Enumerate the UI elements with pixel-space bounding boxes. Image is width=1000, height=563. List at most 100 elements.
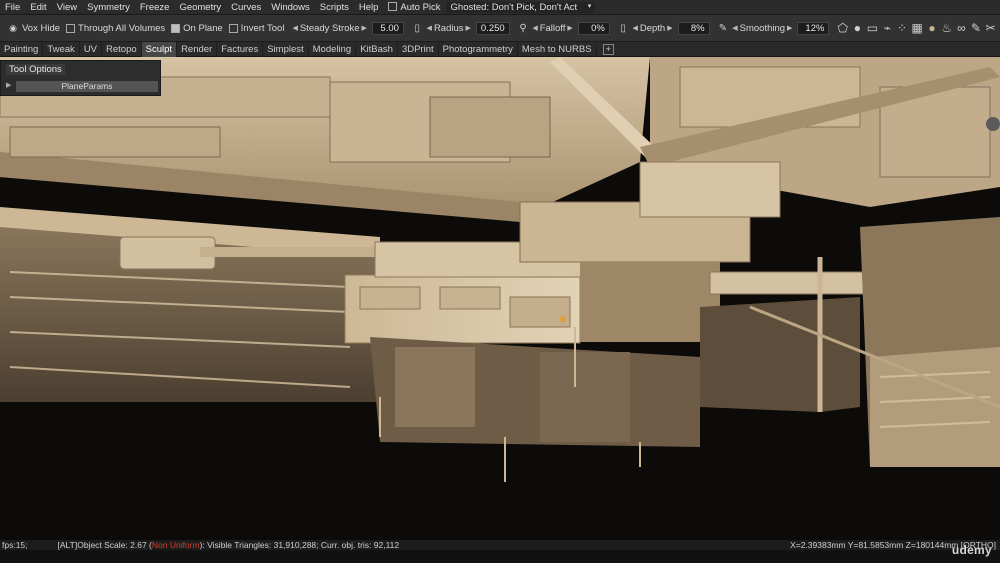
ghosted-label: Ghosted: Don't Pick, Don't Act — [450, 1, 578, 13]
tab-factures[interactable]: Factures — [217, 41, 264, 57]
on-plane-checkbox[interactable]: On Plane — [171, 23, 223, 34]
menu-symmetry[interactable]: Symmetry — [82, 2, 135, 13]
falloff-value[interactable]: 0% — [577, 21, 610, 35]
menu-bar: File Edit View Symmetry Freeze Geometry … — [0, 0, 1000, 15]
sculpt-model-render — [0, 57, 1000, 482]
smoothing-value[interactable]: 12% — [797, 21, 830, 35]
arrow-left-icon: ◀ — [632, 25, 638, 32]
pen-icon: ✎ — [718, 22, 728, 34]
depth-value[interactable]: 8% — [677, 21, 710, 35]
checkbox-checked-icon — [171, 23, 181, 33]
tool-options-title[interactable]: Tool Options — [6, 64, 65, 75]
chevron-down-icon: ▾ — [587, 2, 592, 10]
tab-uv[interactable]: UV — [80, 41, 103, 57]
tab-simplest[interactable]: Simplest — [263, 41, 309, 57]
toolbar: ◉ Vox Hide Through All Volumes On Plane … — [0, 15, 1000, 42]
depth-control[interactable]: ◀ Depth ▶ 8% — [630, 21, 710, 35]
checkbox-icon — [66, 23, 76, 33]
viewport-scroll-handle[interactable] — [986, 117, 1000, 131]
menu-freeze[interactable]: Freeze — [135, 2, 175, 13]
arrow-right-icon: ▶ — [787, 25, 793, 32]
arrow-left-icon: ◀ — [732, 25, 738, 32]
pen-icon[interactable]: ✎ — [971, 21, 982, 35]
smoothing-control[interactable]: ◀ Smoothing ▶ 12% — [730, 21, 830, 35]
steady-stroke-control[interactable]: ◀ Steady Stroke ▶ 5.00 — [290, 21, 404, 35]
status-bar: fps:15; [ALT]Object Scale: 2.67 (Non Uni… — [0, 540, 1000, 550]
auto-pick-checkbox[interactable]: Auto Pick — [383, 1, 445, 13]
matcap-icon[interactable]: ● — [927, 21, 938, 35]
steady-stroke-label: Steady Stroke — [299, 22, 360, 34]
link-icon[interactable]: ∞ — [956, 21, 967, 35]
tab-sculpt[interactable]: Sculpt — [141, 41, 178, 57]
arrow-left-icon: ◀ — [426, 25, 432, 32]
tab-kitbash[interactable]: KitBash — [356, 41, 398, 57]
rect-select-icon[interactable]: ▭ — [867, 21, 878, 35]
arrow-right-icon: ▶ — [567, 25, 573, 32]
menu-curves[interactable]: Curves — [226, 2, 266, 13]
ghosted-dropdown[interactable]: Ghosted: Don't Pick, Don't Act ▾ — [445, 1, 596, 13]
checkbox-icon — [388, 1, 398, 11]
through-all-volumes-checkbox[interactable]: Through All Volumes — [66, 23, 165, 34]
menu-windows[interactable]: Windows — [266, 2, 315, 13]
arrow-left-icon: ◀ — [292, 25, 298, 32]
tab-painting[interactable]: Painting — [0, 41, 44, 57]
polygon-icon[interactable]: ⬠ — [837, 21, 848, 35]
scale-info: [ALT]Object Scale: 2.67 (Non Uniform): V… — [58, 540, 400, 550]
tab-mesh-to-nurbs[interactable]: Mesh to NURBS — [518, 41, 597, 57]
scatter-icon[interactable]: ⁘ — [897, 21, 908, 35]
brush-icon[interactable]: ⌁ — [882, 21, 893, 35]
menu-edit[interactable]: Edit — [25, 2, 51, 13]
through-all-volumes-label: Through All Volumes — [78, 22, 166, 34]
on-plane-label: On Plane — [183, 22, 223, 34]
checkbox-icon — [228, 23, 238, 33]
arrow-right-icon: ▶ — [465, 25, 471, 32]
radius-control[interactable]: ◀ Radius ▶ 0.250 — [425, 21, 510, 35]
plane-params-button[interactable]: PlaneParams — [16, 81, 158, 92]
magnifier-icon: ⚲ — [519, 22, 527, 34]
fps-readout: fps:15; — [2, 540, 28, 550]
checker-icon[interactable]: ▦ — [911, 21, 922, 35]
scale-prefix: [ALT]Object Scale: 2.67 ( — [57, 540, 152, 550]
3d-viewport[interactable] — [0, 57, 1000, 540]
falloff-label: Falloff — [539, 22, 566, 34]
arrow-left-icon: ◀ — [532, 25, 538, 32]
depth-label: Depth — [639, 22, 666, 34]
tab-tweak[interactable]: Tweak — [43, 41, 80, 57]
radius-value[interactable]: 0.250 — [475, 21, 510, 35]
vox-hide-button[interactable]: ◉ Vox Hide — [4, 21, 60, 35]
tab-render[interactable]: Render — [177, 41, 218, 57]
mouse-icon: ▯ — [620, 22, 626, 34]
invert-tool-checkbox[interactable]: Invert Tool — [228, 22, 285, 34]
room-tab-bar: Painting Tweak UV Retopo Sculpt Render F… — [0, 41, 1000, 57]
udemy-watermark: udemy — [951, 543, 992, 557]
vox-hide-label: Vox Hide — [22, 22, 61, 34]
auto-pick-label: Auto Pick — [400, 1, 441, 13]
sphere-icon[interactable]: ● — [852, 21, 863, 35]
tab-3dprint[interactable]: 3DPrint — [398, 41, 439, 57]
scissors-icon[interactable]: ✂ — [985, 21, 996, 35]
scale-suffix: ): Visible Triangles: 31,910,288; Curr. … — [199, 540, 400, 550]
expand-arrow-icon[interactable]: ▶ — [6, 81, 11, 89]
falloff-control[interactable]: ◀ Falloff ▶ 0% — [530, 21, 610, 35]
tool-options-panel: Tool Options ▶ PlaneParams — [0, 60, 161, 96]
menu-help[interactable]: Help — [354, 2, 384, 13]
tab-modeling[interactable]: Modeling — [309, 41, 357, 57]
add-tab-icon[interactable]: + — [602, 43, 614, 55]
eye-icon: ◉ — [9, 22, 17, 33]
menu-file[interactable]: File — [0, 2, 25, 13]
invert-tool-label: Invert Tool — [240, 22, 285, 34]
smoothing-label: Smoothing — [739, 22, 786, 34]
non-uniform-label: Non Uniform — [151, 540, 200, 550]
tab-photogrammetry[interactable]: Photogrammetry — [439, 41, 518, 57]
menu-view[interactable]: View — [52, 2, 82, 13]
tab-retopo[interactable]: Retopo — [102, 41, 142, 57]
paint-bucket-icon[interactable]: ♨ — [941, 21, 952, 35]
menu-scripts[interactable]: Scripts — [315, 2, 354, 13]
bottom-bar — [0, 550, 1000, 563]
arrow-right-icon: ▶ — [667, 25, 673, 32]
radius-label: Radius — [433, 22, 464, 34]
menu-geometry[interactable]: Geometry — [174, 2, 226, 13]
mouse-icon: ▯ — [414, 22, 420, 34]
steady-stroke-value[interactable]: 5.00 — [371, 21, 404, 35]
arrow-right-icon: ▶ — [361, 25, 367, 32]
